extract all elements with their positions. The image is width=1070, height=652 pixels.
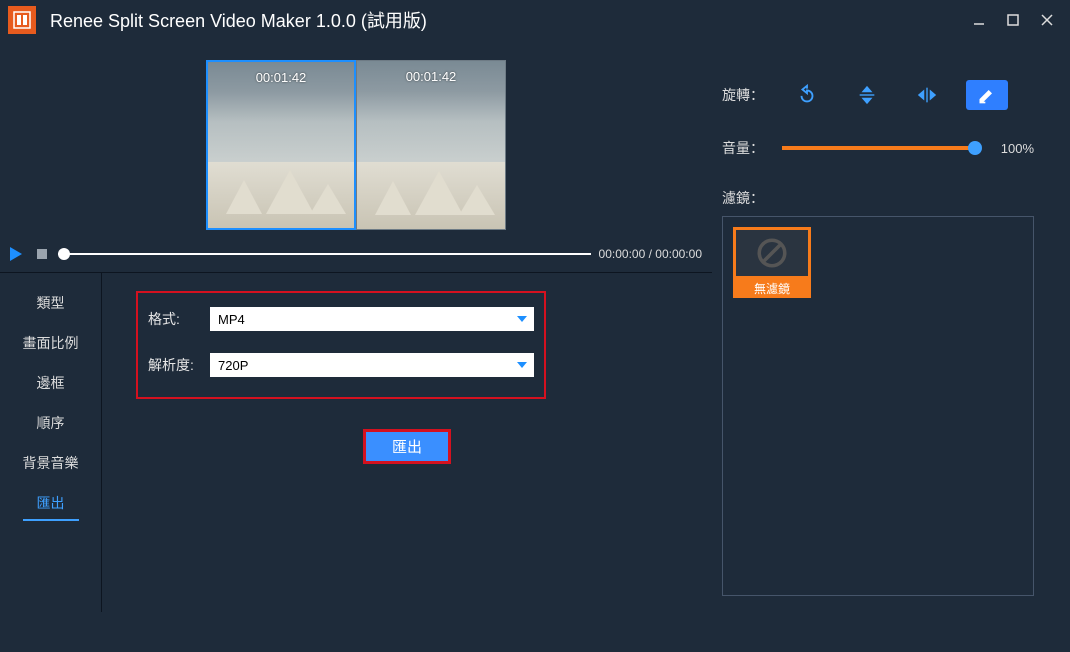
filters-box: 無濾鏡: [722, 216, 1034, 596]
export-panel: 格式: MP4 解析度: 720P: [102, 273, 712, 612]
tab-ratio[interactable]: 畫面比例: [0, 323, 101, 363]
play-button[interactable]: [6, 244, 26, 264]
preview-row: 00:01:42 00:01:42: [0, 60, 712, 230]
tab-border[interactable]: 邊框: [0, 363, 101, 403]
preview-clip-1[interactable]: 00:01:42: [206, 60, 356, 230]
format-select[interactable]: MP4: [210, 307, 534, 331]
resolution-select[interactable]: 720P: [210, 353, 534, 377]
titlebar: Renee Split Screen Video Maker 1.0.0 (試用…: [0, 0, 1070, 40]
flip-horizontal-icon[interactable]: [906, 80, 948, 110]
app-title: Renee Split Screen Video Maker 1.0.0 (試用…: [50, 7, 427, 33]
right-panel: 旋轉： 音量： 100%: [712, 40, 1052, 650]
resolution-label: 解析度:: [148, 355, 198, 375]
playback-bar: 00:00:00 / 00:00:00: [0, 240, 712, 272]
format-label: 格式:: [148, 309, 198, 329]
rotate-label: 旋轉：: [722, 85, 770, 105]
minimize-button[interactable]: [970, 11, 988, 29]
tab-order[interactable]: 順序: [0, 403, 101, 443]
volume-knob[interactable]: [968, 141, 982, 155]
maximize-button[interactable]: [1004, 11, 1022, 29]
app-icon: [8, 6, 36, 34]
chevron-down-icon: [516, 359, 528, 374]
time-readout: 00:00:00 / 00:00:00: [599, 247, 702, 261]
seek-knob[interactable]: [58, 248, 70, 260]
no-filter-icon: [733, 227, 811, 279]
window-controls: [970, 11, 1062, 29]
filter-none[interactable]: 無濾鏡: [733, 227, 811, 298]
flip-vertical-icon[interactable]: [846, 80, 888, 110]
filter-label-text: 無濾鏡: [733, 279, 811, 298]
export-form: 格式: MP4 解析度: 720P: [136, 291, 546, 399]
close-button[interactable]: [1038, 11, 1056, 29]
tab-type[interactable]: 類型: [0, 283, 101, 323]
left-panel: 00:01:42 00:01:42 00:00:00: [0, 40, 712, 650]
rotate-right-icon[interactable]: [786, 80, 828, 110]
seek-slider[interactable]: [58, 253, 591, 255]
volume-value: 100%: [988, 141, 1034, 156]
filter-label: 濾鏡：: [722, 188, 770, 208]
clip-time: 00:01:42: [357, 69, 505, 84]
volume-slider[interactable]: [782, 146, 976, 150]
tab-export[interactable]: 匯出: [0, 483, 101, 531]
stop-button[interactable]: [34, 246, 50, 262]
volume-label: 音量：: [722, 138, 770, 158]
edit-icon[interactable]: [966, 80, 1008, 110]
settings-tabs: 類型 畫面比例 邊框 順序 背景音樂 匯出: [0, 273, 102, 612]
export-button[interactable]: 匯出: [363, 429, 451, 464]
preview-clip-2[interactable]: 00:01:42: [356, 60, 506, 230]
tab-bgm[interactable]: 背景音樂: [0, 443, 101, 483]
chevron-down-icon: [516, 313, 528, 328]
clip-time: 00:01:42: [208, 70, 354, 85]
